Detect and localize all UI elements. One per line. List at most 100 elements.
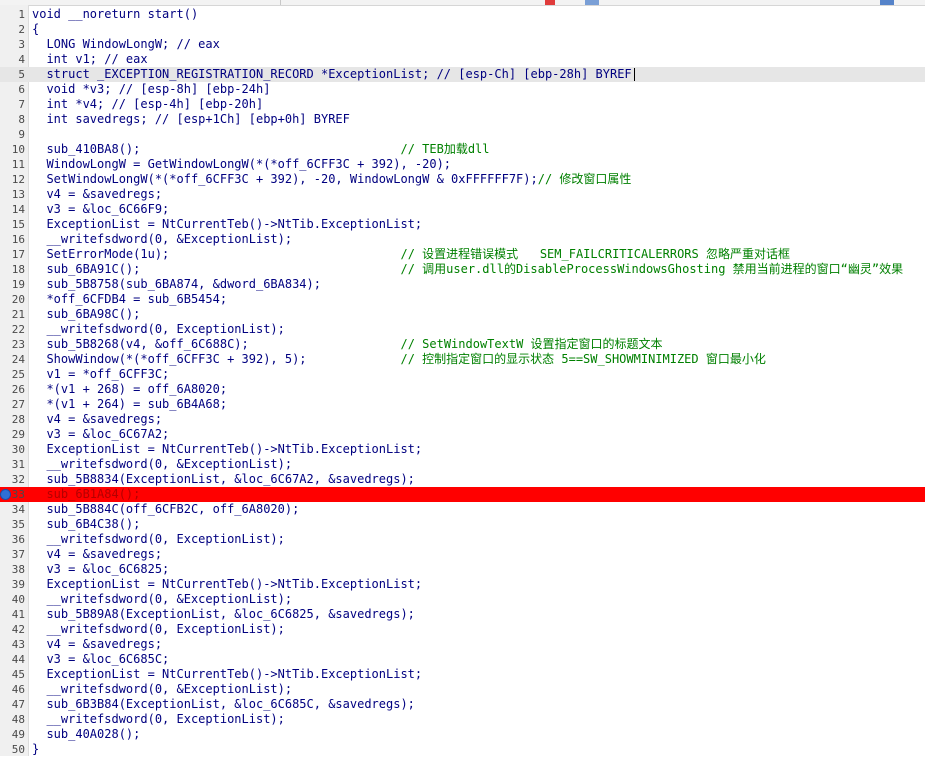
code-line[interactable]: 31 __writefsdword(0, &ExceptionList); [0,457,925,472]
code-text[interactable]: sub_5B89A8(ExceptionList, &loc_6C6825, &… [32,607,414,622]
tab-icon[interactable] [880,0,894,5]
code-line[interactable]: 12 SetWindowLongW(*(*off_6CFF3C + 392), … [0,172,925,187]
code-line[interactable]: 14 v3 = &loc_6C66F9; [0,202,925,217]
code-line[interactable]: 43 v4 = &savedregs; [0,637,925,652]
code-line[interactable]: 38 v3 = &loc_6C6825; [0,562,925,577]
code-text[interactable]: sub_40A028(); [32,727,140,742]
code-text[interactable]: sub_5B8834(ExceptionList, &loc_6C67A2, &… [32,472,414,487]
code-text[interactable]: struct _EXCEPTION_REGISTRATION_RECORD *E… [32,67,635,82]
code-text[interactable]: __writefsdword(0, &ExceptionList); [32,682,292,697]
code-line[interactable]: 42 __writefsdword(0, ExceptionList); [0,622,925,637]
code-line[interactable]: 9 [0,127,925,142]
code-line[interactable]: 34 sub_5B884C(off_6CFB2C, off_6A8020); [0,502,925,517]
code-line[interactable]: 48 __writefsdword(0, ExceptionList); [0,712,925,727]
code-text[interactable]: WindowLongW = GetWindowLongW(*(*off_6CFF… [32,157,451,172]
code-text[interactable]: LONG WindowLongW; // eax [32,37,219,52]
code-line[interactable]: 37 v4 = &savedregs; [0,547,925,562]
code-line[interactable]: 46 __writefsdword(0, &ExceptionList); [0,682,925,697]
code-text[interactable]: } [32,742,39,757]
code-line[interactable]: 2{ [0,22,925,37]
code-line[interactable]: 20 *off_6CFDB4 = sub_6B5454; [0,292,925,307]
code-text[interactable]: *(v1 + 268) = off_6A8020; [32,382,227,397]
code-text[interactable]: v3 = &loc_6C67A2; [32,427,169,442]
code-text[interactable]: *off_6CFDB4 = sub_6B5454; [32,292,227,307]
code-text[interactable]: v1 = *off_6CFF3C; [32,367,169,382]
code-text[interactable]: int savedregs; // [esp+1Ch] [ebp+0h] BYR… [32,112,349,127]
code-line[interactable]: 39 ExceptionList = NtCurrentTeb()->NtTib… [0,577,925,592]
code-text[interactable]: __writefsdword(0, ExceptionList); [32,712,284,727]
code-text[interactable]: sub_6BA98C(); [32,307,140,322]
code-line[interactable]: 47 sub_6B3B84(ExceptionList, &loc_6C685C… [0,697,925,712]
code-text[interactable]: sub_5B884C(off_6CFB2C, off_6A8020); [32,502,299,517]
code-line[interactable]: 13 v4 = &savedregs; [0,187,925,202]
code-text[interactable]: ShowWindow(*(*off_6CFF3C + 392), 5); // … [32,352,765,367]
code-text[interactable]: int *v4; // [esp-4h] [ebp-20h] [32,97,263,112]
code-text[interactable]: v3 = &loc_6C6825; [32,562,169,577]
code-line[interactable]: 26 *(v1 + 268) = off_6A8020; [0,382,925,397]
code-line[interactable]: 17 SetErrorMode(1u); // 设置进程错误模式 SEM_FAI… [0,247,925,262]
code-line[interactable]: 3 LONG WindowLongW; // eax [0,37,925,52]
code-line[interactable]: 33 sub_6B1A84(); [0,487,925,502]
code-text[interactable]: *(v1 + 264) = sub_6B4A68; [32,397,227,412]
code-text[interactable]: ExceptionList = NtCurrentTeb()->NtTib.Ex… [32,217,422,232]
code-line[interactable]: 25 v1 = *off_6CFF3C; [0,367,925,382]
code-line[interactable]: 6 void *v3; // [esp-8h] [ebp-24h] [0,82,925,97]
code-text[interactable]: v4 = &savedregs; [32,547,162,562]
code-text[interactable]: sub_5B8758(sub_6BA874, &dword_6BA834); [32,277,321,292]
code-line[interactable]: 10 sub_410BA8(); // TEB加载dll [0,142,925,157]
code-line[interactable]: 8 int savedregs; // [esp+1Ch] [ebp+0h] B… [0,112,925,127]
code-line[interactable]: 19 sub_5B8758(sub_6BA874, &dword_6BA834)… [0,277,925,292]
code-text[interactable]: __writefsdword(0, ExceptionList); [32,532,284,547]
code-line[interactable]: 36 __writefsdword(0, ExceptionList); [0,532,925,547]
code-text[interactable]: { [32,22,39,37]
code-text[interactable]: __writefsdword(0, &ExceptionList); [32,592,292,607]
code-line[interactable]: 15 ExceptionList = NtCurrentTeb()->NtTib… [0,217,925,232]
code-text[interactable]: ExceptionList = NtCurrentTeb()->NtTib.Ex… [32,442,422,457]
code-line[interactable]: 49 sub_40A028(); [0,727,925,742]
code-text[interactable]: sub_5B8268(v4, &off_6C688C); // SetWindo… [32,337,662,352]
code-text[interactable]: __writefsdword(0, ExceptionList); [32,622,284,637]
close-tab-icon[interactable] [545,0,555,5]
code-text[interactable]: SetErrorMode(1u); // 设置进程错误模式 SEM_FAILCR… [32,247,790,262]
code-text[interactable]: sub_6B4C38(); [32,517,140,532]
code-line[interactable]: 41 sub_5B89A8(ExceptionList, &loc_6C6825… [0,607,925,622]
code-line[interactable]: 16 __writefsdword(0, &ExceptionList); [0,232,925,247]
code-text[interactable]: ExceptionList = NtCurrentTeb()->NtTib.Ex… [32,577,422,592]
code-text[interactable]: sub_6B1A84(); [32,487,140,502]
code-line[interactable]: 24 ShowWindow(*(*off_6CFF3C + 392), 5); … [0,352,925,367]
code-text[interactable]: v4 = &savedregs; [32,187,162,202]
code-text[interactable]: __writefsdword(0, ExceptionList); [32,322,284,337]
code-text[interactable]: SetWindowLongW(*(*off_6CFF3C + 392), -20… [32,172,631,187]
code-line[interactable]: 45 ExceptionList = NtCurrentTeb()->NtTib… [0,667,925,682]
code-text[interactable]: void *v3; // [esp-8h] [ebp-24h] [32,82,270,97]
code-text[interactable]: v4 = &savedregs; [32,412,162,427]
code-line[interactable]: 30 ExceptionList = NtCurrentTeb()->NtTib… [0,442,925,457]
code-line[interactable]: 23 sub_5B8268(v4, &off_6C688C); // SetWi… [0,337,925,352]
code-text[interactable]: sub_410BA8(); // TEB加载dll [32,142,489,157]
code-line[interactable]: 44 v3 = &loc_6C685C; [0,652,925,667]
code-line[interactable]: 18 sub_6BA91C(); // 调用user.dll的DisablePr… [0,262,925,277]
code-line[interactable]: 4 int v1; // eax [0,52,925,67]
code-line[interactable]: 32 sub_5B8834(ExceptionList, &loc_6C67A2… [0,472,925,487]
code-line[interactable]: 35 sub_6B4C38(); [0,517,925,532]
code-text[interactable]: v3 = &loc_6C66F9; [32,202,169,217]
code-line[interactable]: 22 __writefsdword(0, ExceptionList); [0,322,925,337]
code-text[interactable]: ExceptionList = NtCurrentTeb()->NtTib.Ex… [32,667,422,682]
code-line[interactable]: 11 WindowLongW = GetWindowLongW(*(*off_6… [0,157,925,172]
pseudocode-view[interactable]: 1 void __noreturn start() 2{3 LONG WindowL… [0,7,925,757]
code-text[interactable]: v4 = &savedregs; [32,637,162,652]
code-text[interactable]: sub_6B3B84(ExceptionList, &loc_6C685C, &… [32,697,414,712]
code-text[interactable]: v3 = &loc_6C685C; [32,652,169,667]
code-text[interactable]: int v1; // eax [32,52,147,67]
code-text[interactable]: void __noreturn start() [32,7,198,22]
code-line[interactable]: 28 v4 = &savedregs; [0,412,925,427]
code-line[interactable]: 1 void __noreturn start() [0,7,925,22]
code-line[interactable]: 40 __writefsdword(0, &ExceptionList); [0,592,925,607]
code-line[interactable]: 29 v3 = &loc_6C67A2; [0,427,925,442]
tab-icon[interactable] [585,0,599,5]
code-text[interactable]: __writefsdword(0, &ExceptionList); [32,457,292,472]
code-line[interactable]: 21 sub_6BA98C(); [0,307,925,322]
code-line[interactable]: 27 *(v1 + 264) = sub_6B4A68; [0,397,925,412]
code-text[interactable]: sub_6BA91C(); // 调用user.dll的DisableProce… [32,262,903,277]
code-line[interactable]: 5 struct _EXCEPTION_REGISTRATION_RECORD … [0,67,925,82]
